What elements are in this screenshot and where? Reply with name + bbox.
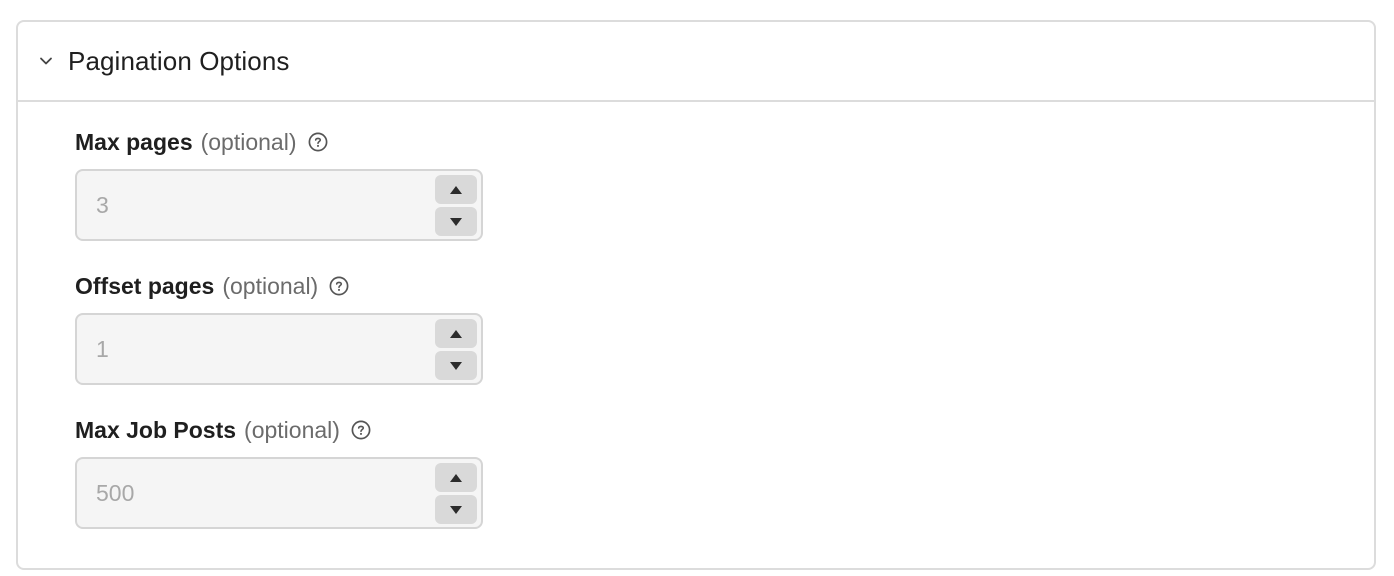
optional-hint: (optional) [244,416,340,443]
max-job-posts-label-text: Max Job Posts [75,416,237,443]
offset-pages-decrement-button[interactable] [435,351,477,380]
caret-down-icon [450,505,462,514]
max-pages-increment-button[interactable] [435,175,477,204]
offset-pages-increment-button[interactable] [435,319,477,348]
max-job-posts-decrement-button[interactable] [435,495,477,524]
caret-up-icon [450,329,462,338]
optional-hint: (optional) [200,128,297,155]
max-job-posts-field: Max Job Posts (optional) [75,416,483,529]
caret-up-icon [450,185,462,194]
max-pages-label: Max pages (optional) [75,128,483,156]
pagination-options-header[interactable]: Pagination Options [18,22,1374,102]
max-job-posts-increment-button[interactable] [435,463,477,492]
help-circle-icon[interactable] [307,131,329,153]
max-job-posts-label: Max Job Posts (optional) [75,416,483,444]
caret-down-icon [450,361,462,370]
caret-up-icon [450,473,462,482]
caret-down-icon [450,217,462,226]
offset-pages-label: Offset pages (optional) [75,272,483,300]
max-pages-label-text: Max pages [75,128,193,155]
offset-pages-label-text: Offset pages [75,272,215,299]
max-job-posts-input[interactable] [77,459,437,527]
offset-pages-input[interactable] [77,315,437,383]
max-job-posts-input-wrapper [75,457,483,529]
chevron-down-icon[interactable] [38,53,54,69]
max-pages-field: Max pages (optional) [75,128,483,241]
help-circle-icon[interactable] [328,275,350,297]
max-pages-input[interactable] [77,171,437,239]
section-title: Pagination Options [68,45,290,76]
offset-pages-input-wrapper [75,313,483,385]
max-pages-decrement-button[interactable] [435,207,477,236]
max-pages-input-wrapper [75,169,483,241]
help-circle-icon[interactable] [350,419,372,441]
optional-hint: (optional) [222,272,319,299]
offset-pages-field: Offset pages (optional) [75,272,483,385]
pagination-options-panel: Pagination Options Max pages (optional) [16,20,1376,570]
